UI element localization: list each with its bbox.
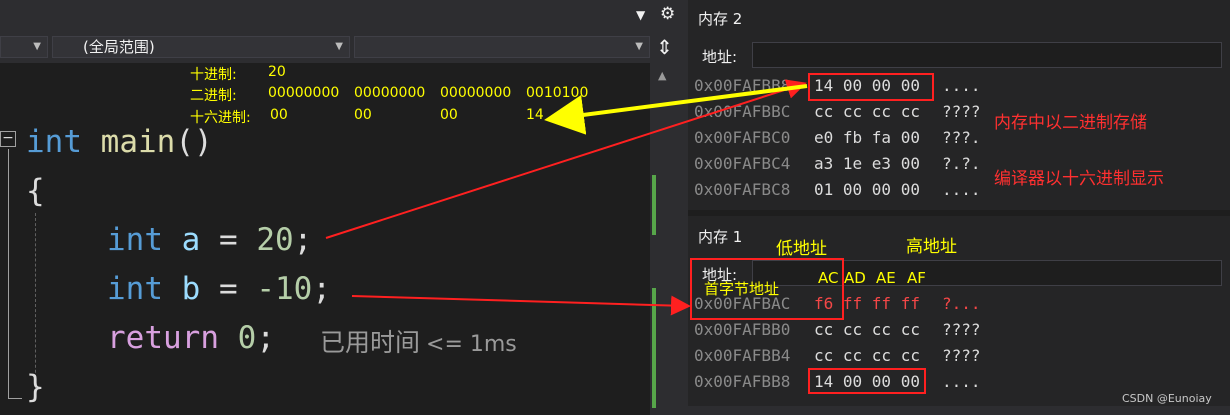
arrow-b-to-memory — [351, 295, 691, 316]
arrow-hex-to-memory — [544, 84, 808, 135]
arrow-a-to-memory — [325, 79, 807, 239]
annotation-arrows — [325, 79, 808, 316]
watermark: CSDN @Eunoiay — [1122, 392, 1212, 405]
